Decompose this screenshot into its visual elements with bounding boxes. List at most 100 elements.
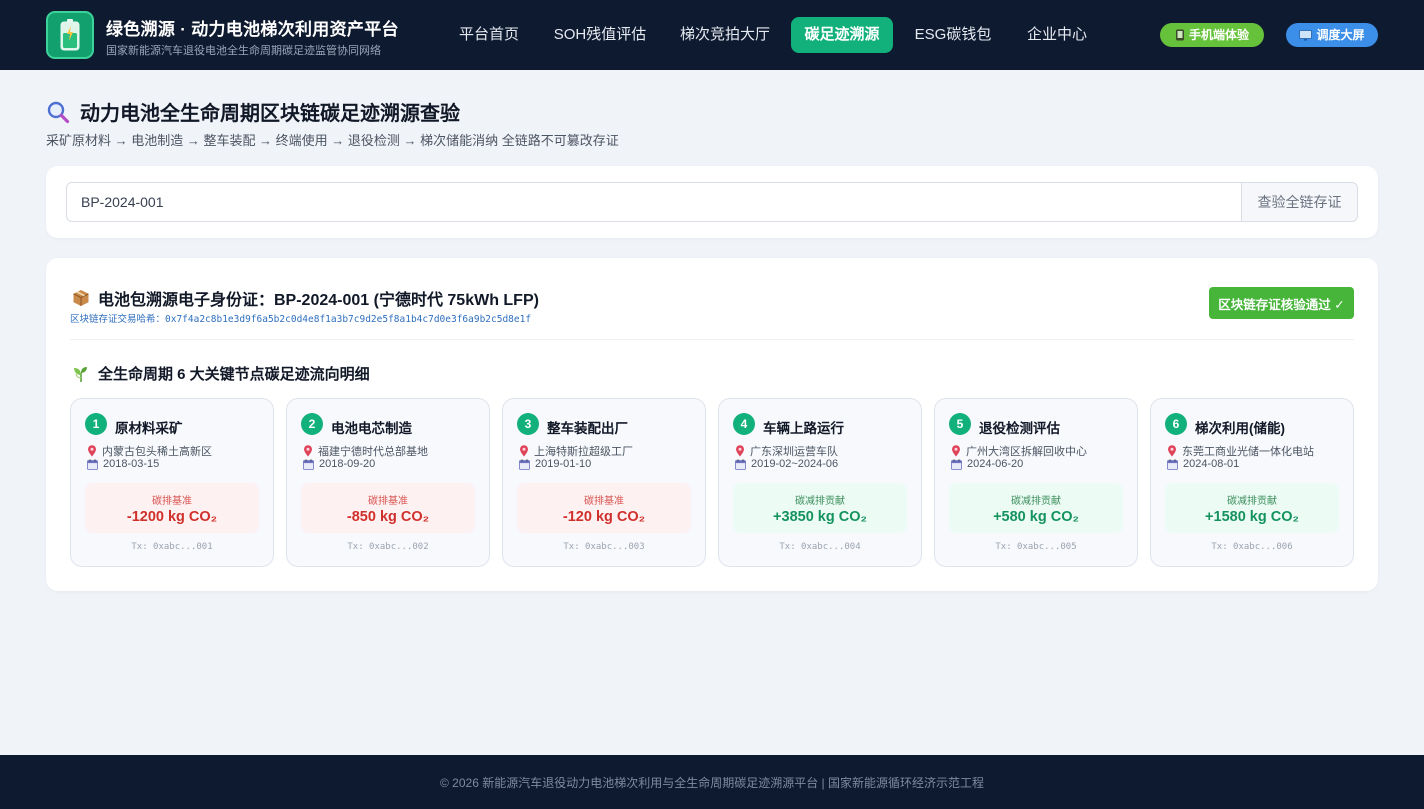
calendar-icon (735, 458, 746, 470)
carbon-box: 碳排基准 -1200 kg CO₂ (85, 483, 259, 533)
lifecycle-node[interactable]: 5 退役检测评估 广州大湾区拆解回收中心 2024-06-20 碳减排贡献 +5… (934, 398, 1138, 567)
node-location: 东莞工商业光储一体化电站 (1167, 443, 1314, 459)
dispatch-screen-button[interactable]: 调度大屏 (1286, 23, 1378, 47)
carbon-box: 碳排基准 -120 kg CO₂ (517, 483, 691, 533)
pin-icon (88, 445, 96, 457)
node-title: 电池电芯制造 (331, 421, 412, 436)
pin-icon (304, 445, 312, 457)
carbon-label: 碳减排贡献 (1227, 496, 1277, 507)
lifecycle-node[interactable]: 6 梯次利用(储能) 东莞工商业光储一体化电站 2024-08-01 碳减排贡献… (1150, 398, 1354, 567)
tx-hash-value: 0x7f4a2c8b1e3d9f6a5b2c0d4e8f1a3b7c9d2e5f… (165, 314, 532, 325)
node-tx: Tx: 0xabc...005 (995, 542, 1077, 552)
carbon-box: 碳减排贡献 +3850 kg CO₂ (733, 483, 907, 533)
node-date: 2024-08-01 (1167, 458, 1239, 470)
seedling-icon (74, 366, 87, 382)
node-title: 退役检测评估 (979, 421, 1060, 436)
page-title-text: 动力电池全生命周期区块链碳足迹溯源查验 (80, 103, 460, 125)
carbon-box: 碳减排贡献 +1580 kg CO₂ (1165, 483, 1339, 533)
node-step-number: 1 (85, 413, 107, 435)
node-location-text: 广东深圳运营车队 (750, 446, 838, 458)
carbon-value: +1580 kg CO₂ (1205, 509, 1299, 525)
node-date-text: 2024-08-01 (1183, 458, 1240, 470)
search-card: 查验全链存证 (46, 166, 1378, 238)
battery-id-input[interactable] (66, 182, 1242, 222)
calendar-icon (1167, 458, 1178, 470)
tx-hash[interactable]: 区块链存证交易哈希：0x7f4a2c8b1e3d9f6a5b2c0d4e8f1a… (70, 311, 531, 325)
divider (70, 339, 1354, 340)
verify-status-badge: 区块链存证核验通过 ✓ (1209, 287, 1354, 319)
calendar-icon (951, 458, 962, 470)
lifecycle-node[interactable]: 4 车辆上路运行 广东深圳运营车队 2019-02~2024-06 碳减排贡献 … (718, 398, 922, 567)
node-tx: Tx: 0xabc...006 (1211, 542, 1293, 552)
node-date-text: 2024-06-20 (967, 458, 1024, 470)
calendar-icon (303, 458, 314, 470)
trace-result-card: 电池包溯源电子身份证：BP-2024-001 (宁德时代 75kWh LFP) … (46, 258, 1378, 591)
calendar-icon (519, 458, 530, 470)
node-step-number: 3 (517, 413, 539, 435)
carbon-value: -1200 kg CO₂ (126, 509, 218, 525)
phone-icon (1175, 29, 1184, 41)
node-date: 2018-03-15 (87, 458, 159, 470)
node-location: 广州大湾区拆解回收中心 (951, 443, 1087, 459)
node-date-text: 2018-03-15 (103, 458, 160, 470)
node-date: 2024-06-20 (951, 458, 1023, 470)
brand-title: 绿色溯源 · 动力电池梯次利用资产平台 (106, 20, 399, 39)
page-title: 动力电池全生命周期区块链碳足迹溯源查验 (46, 97, 460, 126)
mobile-experience-button[interactable]: 手机端体验 (1160, 23, 1264, 47)
node-step-number: 2 (301, 413, 323, 435)
brand-subtitle: 国家新能源汽车退役电池全生命周期碳足迹监管协同网络 (106, 45, 381, 57)
top-header: 绿色溯源 · 动力电池梯次利用资产平台 国家新能源汽车退役电池全生命周期碳足迹监… (0, 0, 1424, 70)
nav-esg-wallet[interactable]: ESG碳钱包 (906, 17, 1000, 53)
nav-home[interactable]: 平台首页 (449, 17, 529, 53)
carbon-value: +580 kg CO₂ (993, 509, 1079, 525)
pin-icon (952, 445, 960, 457)
carbon-box: 碳排基准 -850 kg CO₂ (301, 483, 475, 533)
node-location: 内蒙古包头稀土高新区 (87, 443, 212, 459)
node-step-number: 5 (949, 413, 971, 435)
nav-enterprise-center[interactable]: 企业中心 (1017, 17, 1097, 53)
node-tx: Tx: 0xabc...002 (347, 542, 429, 552)
calendar-icon (87, 458, 98, 470)
nav-carbon-trace[interactable]: 碳足迹溯源 (791, 17, 893, 53)
carbon-value: -850 kg CO₂ (346, 509, 430, 525)
footer: © 2026 新能源汽车退役动力电池梯次利用与全生命周期碳足迹溯源平台 | 国家… (0, 755, 1424, 809)
node-title: 梯次利用(储能) (1195, 421, 1285, 436)
node-step-number: 4 (733, 413, 755, 435)
lifecycle-section-heading: 全生命周期 6 大关键节点碳足迹流向明细 (72, 363, 370, 384)
battery-icon[interactable] (46, 11, 94, 59)
carbon-label: 碳减排贡献 (795, 496, 845, 507)
node-title: 整车装配出厂 (547, 421, 628, 436)
node-location-text: 内蒙古包头稀土高新区 (102, 446, 212, 458)
node-location: 广东深圳运营车队 (735, 443, 838, 459)
node-step-number: 6 (1165, 413, 1187, 435)
node-tx: Tx: 0xabc...003 (563, 542, 645, 552)
pin-icon (736, 445, 744, 457)
nav-soh-valuation[interactable]: SOH残值评估 (546, 17, 654, 53)
node-title: 车辆上路运行 (763, 421, 844, 436)
node-location-text: 东莞工商业光储一体化电站 (1182, 446, 1314, 458)
lifecycle-section-title: 全生命周期 6 大关键节点碳足迹流向明细 (98, 366, 370, 383)
tx-hash-label: 区块链存证交易哈希： (70, 314, 166, 325)
node-date: 2019-02~2024-06 (735, 458, 838, 470)
node-location-text: 福建宁德时代总部基地 (318, 446, 428, 458)
pin-icon (520, 445, 528, 457)
lifecycle-node[interactable]: 1 原材料采矿 内蒙古包头稀土高新区 2018-03-15 碳排基准 -1200… (70, 398, 274, 567)
footer-text: © 2026 新能源汽车退役动力电池梯次利用与全生命周期碳足迹溯源平台 | 国家… (440, 775, 984, 790)
carbon-box: 碳减排贡献 +580 kg CO₂ (949, 483, 1123, 533)
battery-identity-title: 电池包溯源电子身份证：BP-2024-001 (宁德时代 75kWh LFP) (98, 292, 539, 309)
nav-auction-hall[interactable]: 梯次竞拍大厅 (672, 17, 778, 53)
lifecycle-node[interactable]: 2 电池电芯制造 福建宁德时代总部基地 2018-09-20 碳排基准 -850… (286, 398, 490, 567)
magnifier-icon (47, 101, 70, 123)
node-tx: Tx: 0xabc...004 (779, 542, 861, 552)
node-location-text: 上海特斯拉超级工厂 (534, 446, 633, 458)
mobile-button-label: 手机端体验 (1188, 28, 1249, 42)
carbon-label: 碳排基准 (152, 496, 192, 507)
monitor-icon (1299, 29, 1313, 41)
carbon-label: 碳减排贡献 (1011, 496, 1061, 507)
node-date: 2018-09-20 (303, 458, 375, 470)
node-location-text: 广州大湾区拆解回收中心 (966, 446, 1087, 458)
node-location: 上海特斯拉超级工厂 (519, 443, 633, 459)
lifecycle-node[interactable]: 3 整车装配出厂 上海特斯拉超级工厂 2019-01-10 碳排基准 -120 … (502, 398, 706, 567)
pin-icon (1168, 445, 1176, 457)
verify-chain-button[interactable]: 查验全链存证 (1241, 182, 1358, 222)
